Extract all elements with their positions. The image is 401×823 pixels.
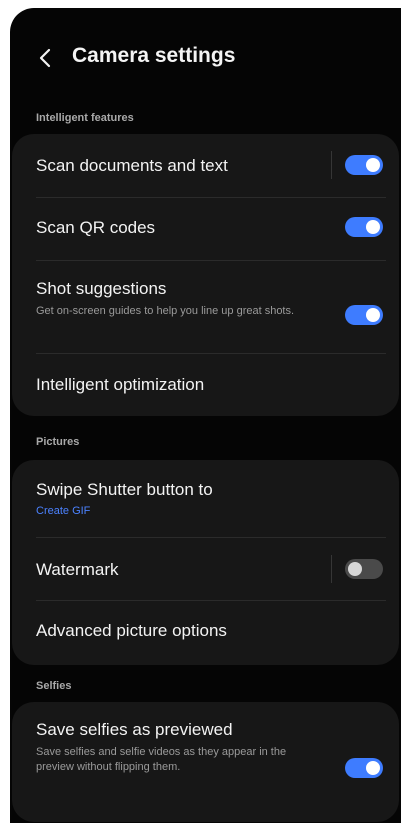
section-label-pictures: Pictures [36, 436, 80, 448]
scan-documents-toggle[interactable] [345, 155, 383, 175]
save-selfies-label: Save selfies as previewed [36, 720, 233, 739]
advanced-picture-options-row[interactable]: Advanced picture options [12, 601, 399, 665]
row-divider-vertical [331, 151, 332, 179]
save-selfies-description: Save selfies and selfie videos as they a… [36, 746, 287, 773]
section-label-selfies: Selfies [36, 680, 72, 692]
save-selfies-row[interactable]: Save selfies as previewed Save selfies a… [12, 702, 399, 822]
toggle-knob [366, 308, 380, 322]
watermark-row[interactable]: Watermark [12, 538, 399, 600]
scan-qr-row[interactable]: Scan QR codes [12, 198, 399, 260]
page-title: Camera settings [72, 44, 236, 67]
intelligent-features-card: Scan documents and text Scan QR codes Sh… [12, 134, 399, 416]
scan-qr-toggle[interactable] [345, 217, 383, 237]
intelligent-optimization-row[interactable]: Intelligent optimization [12, 354, 399, 416]
scan-documents-row[interactable]: Scan documents and text [12, 134, 399, 196]
shot-suggestions-toggle[interactable] [345, 305, 383, 325]
camera-settings-screen: Camera settings Intelligent features Sca… [10, 8, 401, 823]
selfies-card: Save selfies as previewed Save selfies a… [12, 702, 399, 822]
section-label-intelligent-features: Intelligent features [36, 112, 134, 124]
back-button[interactable] [34, 46, 58, 70]
toggle-knob [366, 220, 380, 234]
header: Camera settings [10, 8, 401, 112]
shot-suggestions-row[interactable]: Shot suggestions Get on-screen guides to… [12, 261, 399, 353]
scan-documents-label: Scan documents and text [36, 156, 228, 175]
shot-suggestions-description: Get on-screen guides to help you line up… [36, 305, 295, 317]
shot-suggestions-label: Shot suggestions [36, 279, 167, 298]
watermark-toggle[interactable] [345, 559, 383, 579]
row-divider-vertical [331, 555, 332, 583]
swipe-shutter-row[interactable]: Swipe Shutter button to Create GIF [12, 460, 399, 536]
save-selfies-toggle[interactable] [345, 758, 383, 778]
toggle-knob [366, 158, 380, 172]
scan-qr-label: Scan QR codes [36, 218, 156, 237]
pictures-card: Swipe Shutter button to Create GIF Water… [12, 460, 399, 665]
watermark-label: Watermark [36, 560, 119, 579]
swipe-shutter-label: Swipe Shutter button to [36, 480, 213, 499]
advanced-picture-options-label: Advanced picture options [36, 621, 227, 640]
toggle-knob [348, 562, 362, 576]
chevron-left-icon [39, 48, 51, 68]
swipe-shutter-value: Create GIF [36, 505, 91, 517]
toggle-knob [366, 761, 380, 775]
intelligent-optimization-label: Intelligent optimization [36, 375, 205, 394]
